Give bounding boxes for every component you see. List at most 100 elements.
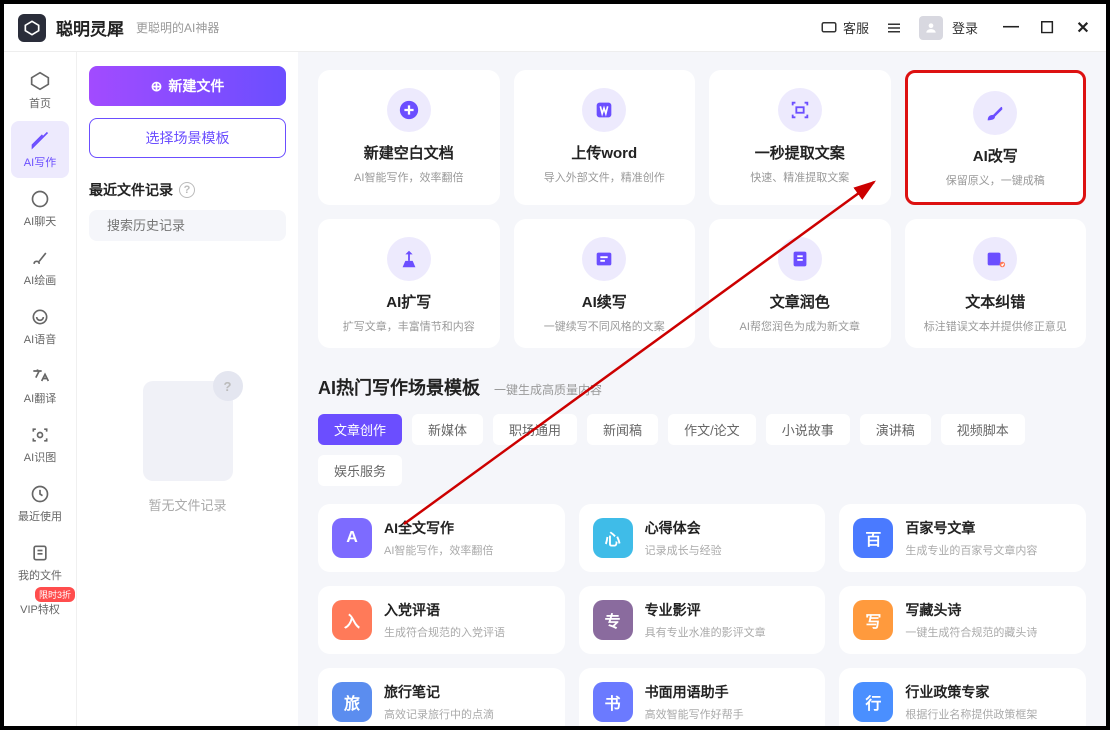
feature-card-0[interactable]: 新建空白文档 AI智能写作，效率翻倍 [318, 70, 500, 205]
template-icon: A [332, 518, 372, 558]
main-content: 新建空白文档 AI智能写作，效率翻倍 上传word 导入外部文件，精准创作 一秒… [298, 52, 1106, 726]
feature-card-5[interactable]: AI续写 一键续写不同风格的文案 [514, 219, 696, 348]
feature-icon [387, 237, 431, 281]
template-icon: 行 [853, 682, 893, 722]
feature-desc: 一键续写不同风格的文案 [544, 318, 665, 334]
feature-title: AI续写 [582, 291, 627, 312]
feature-desc: 快速、精准提取文案 [750, 169, 849, 185]
tab-6[interactable]: 演讲稿 [860, 414, 931, 445]
template-desc: 生成符合规范的入党评语 [384, 624, 505, 640]
scan-icon [29, 424, 51, 446]
tab-7[interactable]: 视频脚本 [941, 414, 1025, 445]
select-template-button[interactable]: 选择场景模板 [89, 118, 286, 158]
tab-4[interactable]: 作文/论文 [668, 414, 756, 445]
feature-title: 上传word [571, 142, 637, 163]
template-title: 百家号文章 [905, 518, 1037, 538]
template-desc: 高效智能写作好帮手 [645, 706, 744, 722]
template-card-4[interactable]: 专 专业影评 具有专业水准的影评文章 [579, 586, 826, 654]
template-card-1[interactable]: 心 心得体会 记录成长与经验 [579, 504, 826, 572]
tab-0[interactable]: 文章创作 [318, 414, 402, 445]
template-desc: 记录成长与经验 [645, 542, 722, 558]
close-button[interactable]: ✕ [1074, 18, 1092, 38]
tab-8[interactable]: 娱乐服务 [318, 455, 402, 486]
template-desc: 具有专业水准的影评文章 [645, 624, 766, 640]
template-card-7[interactable]: 书 书面用语助手 高效智能写作好帮手 [579, 668, 826, 726]
template-title: 旅行笔记 [384, 682, 494, 702]
sidebar: 首页 AI写作 AI聊天 AI绘画 AI语音 AI翻译 AI识图 最近使用 [4, 52, 76, 726]
sidebar-item-draw[interactable]: AI绘画 [11, 239, 69, 296]
support-button[interactable]: 客服 [812, 14, 877, 41]
feature-icon [778, 88, 822, 132]
template-card-2[interactable]: 百 百家号文章 生成专业的百家号文章内容 [839, 504, 1086, 572]
tab-5[interactable]: 小说故事 [766, 414, 850, 445]
template-title: 入党评语 [384, 600, 505, 620]
menu-icon [885, 19, 903, 37]
feature-title: 文章润色 [770, 291, 830, 312]
template-icon: 书 [593, 682, 633, 722]
section-title: AI热门写作场景模板 一键生成高质量内容 [318, 374, 1086, 400]
template-card-5[interactable]: 写 写藏头诗 一键生成符合规范的藏头诗 [839, 586, 1086, 654]
minimize-button[interactable]: — [1002, 18, 1020, 38]
pen-icon [29, 129, 51, 151]
empty-state: 暂无文件记录 [89, 381, 286, 514]
feature-title: 一秒提取文案 [755, 142, 845, 163]
sidebar-item-recent[interactable]: 最近使用 [11, 475, 69, 532]
app-tagline: 更聪明的AI神器 [136, 19, 219, 36]
feature-icon [582, 88, 626, 132]
feature-desc: AI智能写作，效率翻倍 [354, 169, 463, 185]
search-input[interactable] [107, 218, 283, 233]
sidebar-item-home[interactable]: 首页 [11, 62, 69, 119]
sidebar-item-chat[interactable]: AI聊天 [11, 180, 69, 237]
sidebar-item-voice[interactable]: AI语音 [11, 298, 69, 355]
maximize-button[interactable]: ☐ [1038, 18, 1056, 38]
feature-title: 文本纠错 [965, 291, 1025, 312]
chat-icon [820, 19, 838, 37]
feature-card-4[interactable]: AI扩写 扩写文章，丰富情节和内容 [318, 219, 500, 348]
recent-files-label: 最近文件记录 ? [89, 180, 286, 200]
clock-icon [29, 483, 51, 505]
template-title: 专业影评 [645, 600, 766, 620]
help-icon[interactable]: ? [179, 182, 195, 198]
feature-desc: 导入外部文件，精准创作 [544, 169, 665, 185]
discount-badge: 限时3折 [35, 587, 75, 602]
feature-card-1[interactable]: 上传word 导入外部文件，精准创作 [514, 70, 696, 205]
plus-icon: ⊕ [151, 78, 163, 95]
sidebar-item-image[interactable]: AI识图 [11, 416, 69, 473]
brush-icon [29, 247, 51, 269]
title-bar: 聪明灵犀 更聪明的AI神器 客服 登录 — ☐ ✕ [4, 4, 1106, 52]
template-desc: AI智能写作，效率翻倍 [384, 542, 493, 558]
sidebar-item-files[interactable]: 我的文件 [11, 534, 69, 591]
menu-button[interactable] [877, 15, 911, 41]
template-card-8[interactable]: 行 行业政策专家 根据行业名称提供政策框架 [839, 668, 1086, 726]
template-card-3[interactable]: 入 入党评语 生成符合规范的入党评语 [318, 586, 565, 654]
app-title: 聪明灵犀 [56, 15, 124, 40]
sidebar-item-translate[interactable]: AI翻译 [11, 357, 69, 414]
feature-card-2[interactable]: 一秒提取文案 快速、精准提取文案 [709, 70, 891, 205]
login-button[interactable]: 登录 [911, 12, 986, 44]
template-title: 心得体会 [645, 518, 722, 538]
search-input-wrapper[interactable] [89, 210, 286, 241]
tab-2[interactable]: 职场通用 [493, 414, 577, 445]
new-file-button[interactable]: ⊕ 新建文件 [89, 66, 286, 106]
file-icon [29, 542, 51, 564]
feature-card-7[interactable]: 文本纠错 标注错误文本并提供修正意见 [905, 219, 1087, 348]
template-card-6[interactable]: 旅 旅行笔记 高效记录旅行中的点滴 [318, 668, 565, 726]
feature-title: AI扩写 [386, 291, 431, 312]
template-desc: 一键生成符合规范的藏头诗 [905, 624, 1037, 640]
template-title: 写藏头诗 [905, 600, 1037, 620]
tab-1[interactable]: 新媒体 [412, 414, 483, 445]
template-icon: 专 [593, 600, 633, 640]
sidebar-item-vip[interactable]: 限时3折 VIP特权 [11, 593, 69, 625]
template-title: 行业政策专家 [905, 682, 1037, 702]
feature-card-6[interactable]: 文章润色 AI帮您润色为成为新文章 [709, 219, 891, 348]
avatar-icon [919, 16, 943, 40]
feature-icon [973, 91, 1017, 135]
feature-icon [387, 88, 431, 132]
tab-3[interactable]: 新闻稿 [587, 414, 658, 445]
feature-icon [973, 237, 1017, 281]
feature-title: AI改写 [973, 145, 1018, 166]
sidebar-item-writing[interactable]: AI写作 [11, 121, 69, 178]
home-icon [29, 70, 51, 92]
template-card-0[interactable]: A AI全文写作 AI智能写作，效率翻倍 [318, 504, 565, 572]
feature-card-3[interactable]: AI改写 保留原义，一键成稿 [905, 70, 1087, 205]
